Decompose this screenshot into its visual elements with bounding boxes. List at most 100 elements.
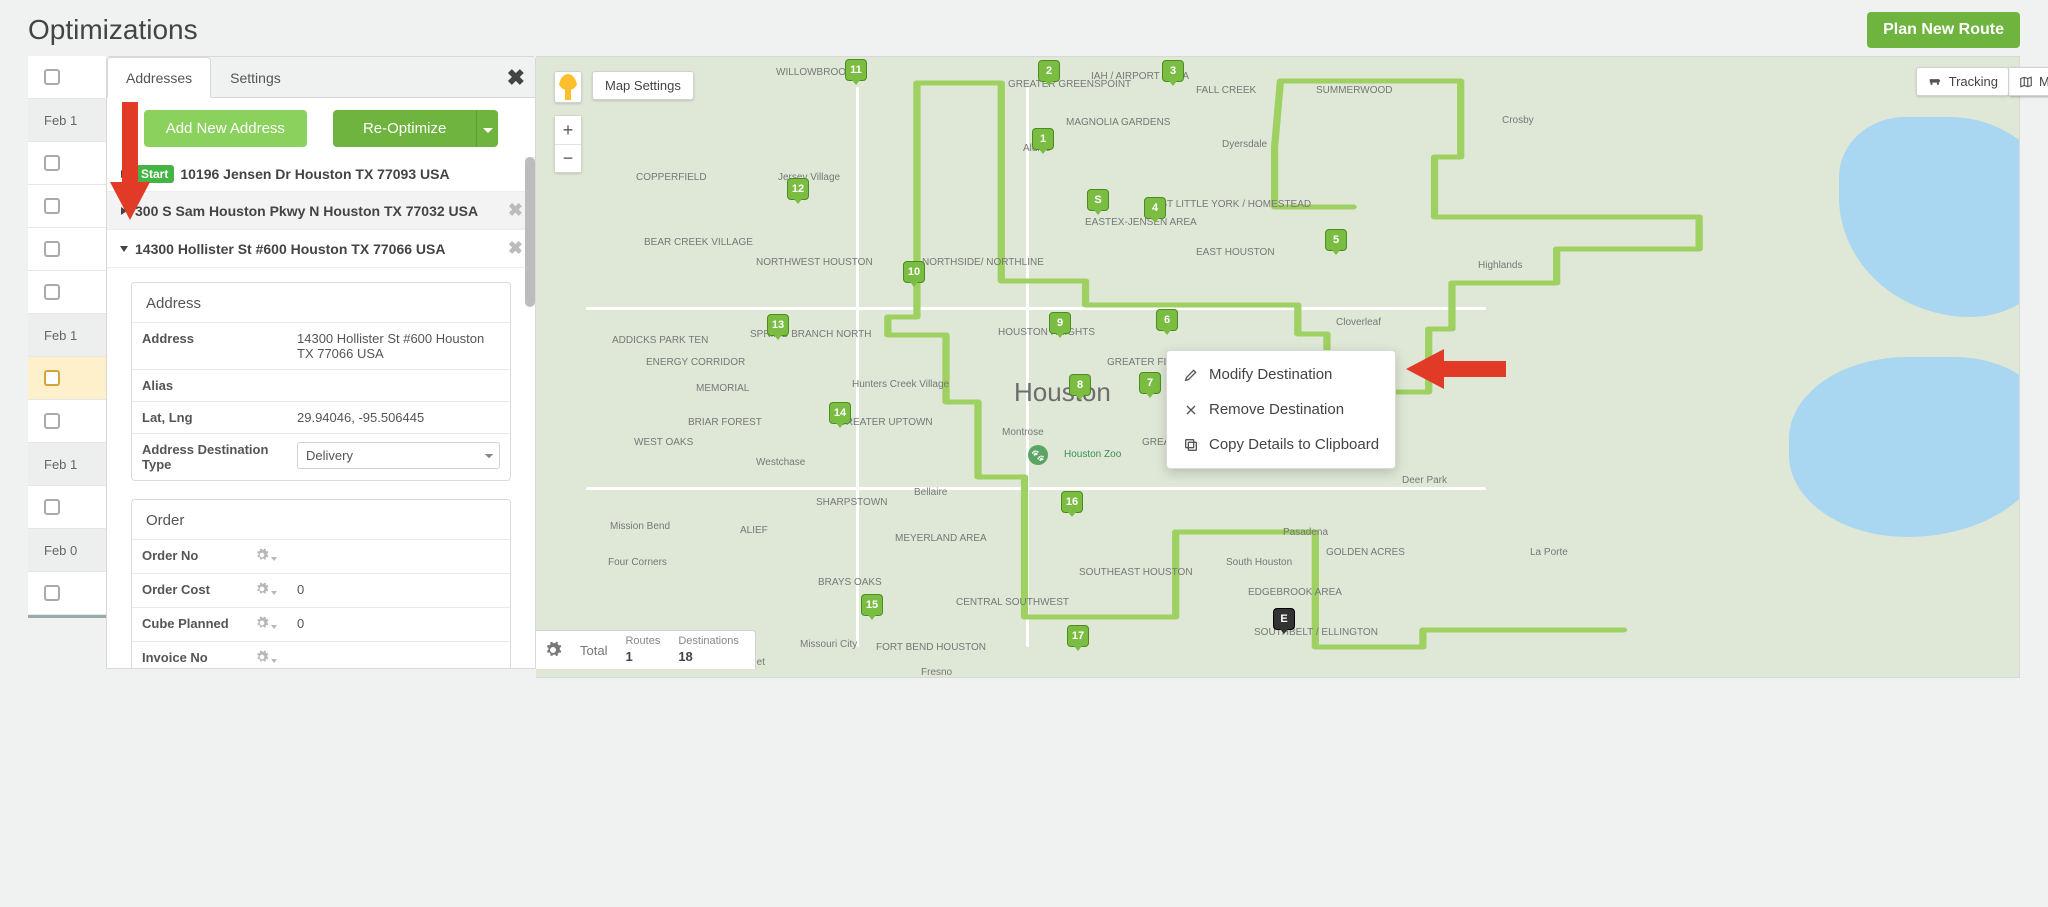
address-row[interactable]: Start10196 Jensen Dr Houston TX 77093 US… [107,157,531,192]
gear-icon[interactable] [544,641,562,659]
scrollbar[interactable] [525,157,535,268]
map-area-label: Westchase [756,457,805,468]
field-invoice-val [287,642,510,669]
map[interactable]: Houston WILLOWBROOKIAH / AIRPORT AREAGRE… [536,56,2020,678]
row-checkbox[interactable] [44,413,60,429]
optimization-checkbox-row[interactable] [28,142,106,185]
route-marker[interactable]: 14 [829,402,851,424]
map-area-label: NORTHSIDE/ NORTHLINE [922,257,1044,268]
map-area-label: Missouri City [800,639,857,650]
row-checkbox[interactable] [44,284,60,300]
map-area-label: SHARPSTOWN [816,497,888,508]
tab-addresses[interactable]: Addresses [107,57,211,98]
map-area-label: BRIAR FOREST [688,417,762,428]
remove-address-icon[interactable]: ✖ [508,238,523,259]
close-icon[interactable]: ✖ [507,65,525,91]
gear-icon[interactable] [255,548,277,565]
tab-settings[interactable]: Settings [211,57,300,97]
route-marker[interactable]: 11 [845,59,867,81]
row-checkbox[interactable] [44,241,60,257]
field-alias-key: Alias [132,370,287,402]
route-marker[interactable]: 12 [787,178,809,200]
row-checkbox[interactable] [44,69,60,85]
optimization-checkbox-row[interactable] [28,228,106,271]
route-marker[interactable]: 17 [1067,625,1089,647]
reoptimize-button[interactable]: Re-Optimize [333,110,476,147]
copy-details-item[interactable]: Copy Details to Clipboard [1167,427,1395,462]
route-marker[interactable]: 1 [1032,128,1054,150]
modify-destination-item[interactable]: Modify Destination [1167,357,1395,392]
date-group-header: Feb 1 [28,99,106,142]
address-row[interactable]: 14300 Hollister St #600 Houston TX 77066… [107,230,531,268]
reoptimize-caret-button[interactable] [476,110,498,147]
field-cube-val: 0 [287,608,510,642]
address-text: 14300 Hollister St #600 Houston TX 77066… [135,241,502,257]
route-marker[interactable]: E [1273,608,1295,630]
map-area-label: EAST HOUSTON [1196,247,1275,258]
zoom-in-button[interactable]: + [555,116,581,144]
remove-destination-item[interactable]: Remove Destination [1167,392,1395,427]
route-marker[interactable]: 2 [1038,60,1060,82]
row-checkbox[interactable] [44,585,60,601]
route-marker[interactable]: 15 [861,594,883,616]
row-checkbox[interactable] [44,198,60,214]
route-marker[interactable]: 3 [1162,60,1184,82]
map-area-label: ADDICKS PARK TEN [612,335,708,346]
field-ordercost-val: 0 [287,574,510,608]
destination-type-select[interactable]: Delivery [297,442,500,469]
optimization-checkbox-row[interactable] [28,357,106,400]
map-area-label: BRAYS OAKS [818,577,882,588]
map-area-label: Crosby [1502,115,1534,126]
map-area-label: Mission Bend [610,521,670,532]
route-marker[interactable]: 5 [1325,229,1347,251]
address-row[interactable]: 300 S Sam Houston Pkwy N Houston TX 7703… [107,192,531,230]
gear-icon[interactable] [255,650,277,667]
route-marker[interactable]: 9 [1049,312,1071,334]
optimization-checkbox-row[interactable] [28,56,106,99]
tutorial-arrow-icon [110,102,150,225]
map-area-label: SOUTHEAST HOUSTON [1079,567,1193,578]
field-orderno-key: Order No [132,540,287,574]
tracking-toggle[interactable]: Tracking [1916,67,2009,96]
chevron-icon[interactable] [117,246,131,252]
destination-context-menu: Modify Destination Remove Destination Co… [1166,350,1396,469]
map-area-label: GOLDEN ACRES [1326,547,1405,558]
route-marker[interactable]: 6 [1156,309,1178,331]
optimization-checkbox-row[interactable] [28,271,106,314]
route-marker[interactable]: 4 [1144,197,1166,219]
route-marker[interactable]: 16 [1061,491,1083,513]
zoom-out-button[interactable]: − [555,144,581,172]
route-marker[interactable]: 10 [903,261,925,283]
optimization-checkbox-row[interactable] [28,185,106,228]
map-toggle[interactable]: Map [2009,67,2048,96]
optimization-checkbox-row[interactable] [28,486,106,529]
map-area-label: Hunters Creek Village [852,379,949,390]
map-area-label: South Houston [1226,557,1292,568]
add-new-address-button[interactable]: Add New Address [144,110,307,147]
address-card-title: Address [132,283,510,322]
plan-new-route-button[interactable]: Plan New Route [1867,12,2020,48]
map-settings-button[interactable]: Map Settings [592,71,694,100]
tutorial-arrow-icon [1406,349,1506,392]
route-marker[interactable]: 13 [767,314,789,336]
optimization-checkbox-row[interactable] [28,572,106,615]
row-checkbox[interactable] [44,499,60,515]
route-marker[interactable]: 7 [1139,372,1161,394]
map-area-label: WEST OAKS [634,437,693,448]
route-marker[interactable]: S [1087,189,1109,211]
route-marker[interactable]: 8 [1069,374,1091,396]
field-orderno-val [287,540,510,574]
row-checkbox[interactable] [44,370,60,386]
pegman-icon[interactable] [554,71,582,103]
gear-icon[interactable] [255,582,277,599]
optimization-checkbox-row[interactable] [28,400,106,443]
row-checkbox[interactable] [44,155,60,171]
remove-address-icon[interactable]: ✖ [508,200,523,221]
order-card-title: Order [132,500,510,539]
field-address-key: Address [132,323,287,370]
map-area-label: Pasadena [1283,527,1328,538]
field-ordercost-key: Order Cost [132,574,287,608]
map-area-label: CENTRAL SOUTHWEST [956,597,1069,608]
gear-icon[interactable] [255,616,277,633]
map-area-label: MAGNOLIA GARDENS [1066,117,1170,128]
